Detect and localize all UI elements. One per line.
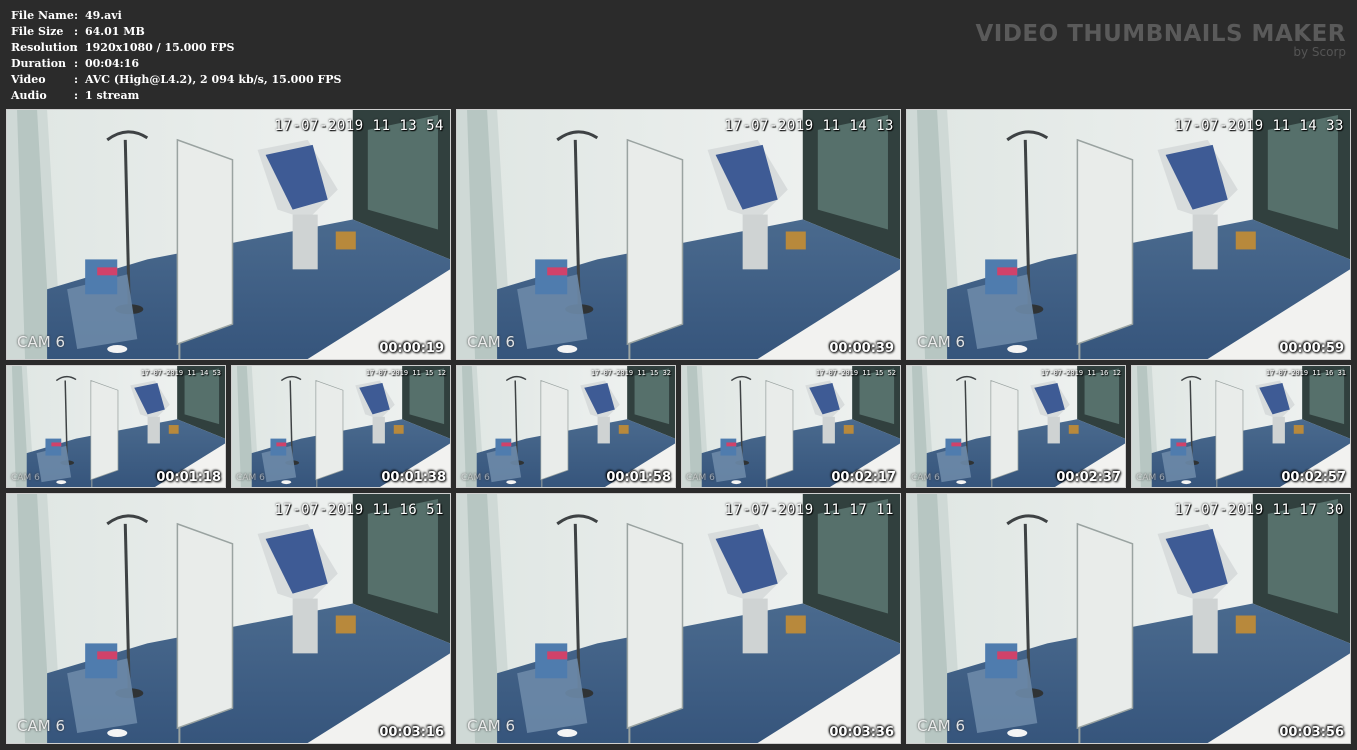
info-row-resolution: Resolution : 1920x1080 / 15.000 FPS — [11, 40, 341, 56]
info-separator: : — [74, 73, 79, 86]
timecode: 00:02:37 — [1056, 470, 1121, 485]
thumbnail[interactable]: 17-07-2019 11 16 31 CAM 6 00:02:57 — [1131, 365, 1351, 488]
timecode: 00:03:56 — [1279, 725, 1344, 740]
camera-label: CAM 6 — [911, 473, 940, 483]
timecode: 00:01:18 — [156, 470, 221, 485]
video-frame-image — [682, 366, 900, 487]
info-key: Audio — [11, 89, 47, 102]
video-frame-image — [907, 366, 1125, 487]
info-value: 00:04:16 — [85, 57, 140, 70]
video-frame-image — [457, 494, 900, 743]
info-value: 64.01 MB — [85, 25, 145, 38]
timecode: 00:00:59 — [1279, 341, 1344, 356]
camera-label: CAM 6 — [236, 473, 265, 483]
timecode: 00:03:36 — [829, 725, 894, 740]
timecode: 00:00:39 — [829, 341, 894, 356]
info-separator: : — [74, 41, 79, 54]
video-frame-image — [457, 366, 675, 487]
frame-datetime-stamp: 17-07-2019 11 17 11 — [724, 502, 894, 518]
frame-datetime-stamp: 17-07-2019 11 14 53 — [140, 369, 221, 377]
frame-datetime-stamp: 17-07-2019 11 14 13 — [724, 118, 894, 134]
frame-datetime-stamp: 17-07-2019 11 14 33 — [1174, 118, 1344, 134]
info-row-file-name: File Name : 49.avi — [11, 8, 341, 24]
info-key: Duration — [11, 57, 67, 70]
thumbnail[interactable]: 17-07-2019 11 16 51 CAM 6 00:03:16 — [6, 493, 451, 744]
thumbnail[interactable]: 17-07-2019 11 15 52 CAM 6 00:02:17 — [681, 365, 901, 488]
video-frame-image — [907, 110, 1350, 359]
info-row-file-size: File Size : 64.01 MB — [11, 24, 341, 40]
camera-label: CAM 6 — [467, 717, 515, 735]
info-key: File Size — [11, 25, 64, 38]
info-row-audio: Audio : 1 stream — [11, 88, 341, 104]
info-key: Video — [11, 73, 46, 86]
info-row-duration: Duration : 00:04:16 — [11, 56, 341, 72]
thumbnail[interactable]: 17-07-2019 11 14 13 CAM 6 00:00:39 — [456, 109, 901, 360]
video-frame-image — [907, 494, 1350, 743]
timecode: 00:02:57 — [1281, 470, 1346, 485]
video-frame-image — [7, 494, 450, 743]
camera-label: CAM 6 — [11, 473, 40, 483]
camera-label: CAM 6 — [1136, 473, 1165, 483]
timecode: 00:03:16 — [379, 725, 444, 740]
info-value: 1920x1080 / 15.000 FPS — [85, 41, 235, 54]
frame-datetime-stamp: 17-07-2019 11 15 12 — [365, 369, 446, 377]
camera-label: CAM 6 — [686, 473, 715, 483]
video-frame-image — [1132, 366, 1350, 487]
frame-datetime-stamp: 17-07-2019 11 15 52 — [815, 369, 896, 377]
camera-label: CAM 6 — [917, 717, 965, 735]
timecode: 00:01:58 — [606, 470, 671, 485]
thumbnail[interactable]: 17-07-2019 11 13 54 CAM 6 00:00:19 — [6, 109, 451, 360]
brand-title: VIDEO THUMBNAILS MAKER — [975, 21, 1346, 47]
thumbnail[interactable]: 17-07-2019 11 14 53 CAM 6 00:01:18 — [6, 365, 226, 488]
timecode: 00:00:19 — [379, 341, 444, 356]
thumbnail[interactable]: 17-07-2019 11 15 32 CAM 6 00:01:58 — [456, 365, 676, 488]
thumbnail[interactable]: 17-07-2019 11 16 12 CAM 6 00:02:37 — [906, 365, 1126, 488]
frame-datetime-stamp: 17-07-2019 11 17 30 — [1174, 502, 1344, 518]
camera-label: CAM 6 — [17, 333, 65, 351]
info-key: File Name — [11, 9, 74, 22]
video-frame-image — [457, 110, 900, 359]
frame-datetime-stamp: 17-07-2019 11 16 12 — [1040, 369, 1121, 377]
frame-datetime-stamp: 17-07-2019 11 15 32 — [590, 369, 671, 377]
info-separator: : — [74, 25, 79, 38]
thumbnail[interactable]: 17-07-2019 11 14 33 CAM 6 00:00:59 — [906, 109, 1351, 360]
info-separator: : — [74, 57, 79, 70]
frame-datetime-stamp: 17-07-2019 11 13 54 — [274, 118, 444, 134]
info-value: AVC (High@L4.2), 2 094 kb/s, 15.000 FPS — [85, 73, 342, 86]
brand-watermark: VIDEO THUMBNAILS MAKER by Scorp — [975, 20, 1346, 58]
file-info-panel: File Name : 49.avi File Size : 64.01 MB … — [11, 8, 341, 104]
video-frame-image — [232, 366, 450, 487]
info-value: 1 stream — [85, 89, 140, 102]
info-value: 49.avi — [85, 9, 122, 22]
frame-datetime-stamp: 17-07-2019 11 16 31 — [1265, 369, 1346, 377]
info-row-video: Video : AVC (High@L4.2), 2 094 kb/s, 15.… — [11, 72, 341, 88]
thumbnail[interactable]: 17-07-2019 11 15 12 CAM 6 00:01:38 — [231, 365, 451, 488]
video-frame-image — [7, 366, 225, 487]
camera-label: CAM 6 — [917, 333, 965, 351]
thumbnail[interactable]: 17-07-2019 11 17 11 CAM 6 00:03:36 — [456, 493, 901, 744]
timecode: 00:01:38 — [381, 470, 446, 485]
video-frame-image — [7, 110, 450, 359]
info-separator: : — [74, 89, 79, 102]
info-separator: : — [74, 9, 79, 22]
frame-datetime-stamp: 17-07-2019 11 16 51 — [274, 502, 444, 518]
camera-label: CAM 6 — [467, 333, 515, 351]
camera-label: CAM 6 — [17, 717, 65, 735]
camera-label: CAM 6 — [461, 473, 490, 483]
timecode: 00:02:17 — [831, 470, 896, 485]
info-key: Resolution — [11, 41, 78, 54]
thumbnail[interactable]: 17-07-2019 11 17 30 CAM 6 00:03:56 — [906, 493, 1351, 744]
